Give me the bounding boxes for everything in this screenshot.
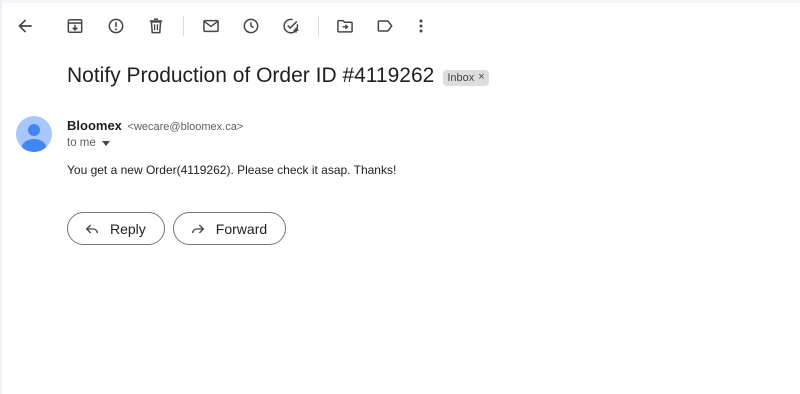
more-button[interactable] xyxy=(403,8,439,44)
forward-label: Forward xyxy=(215,220,268,237)
person-icon xyxy=(22,124,46,152)
add-to-tasks-icon xyxy=(283,18,299,34)
move-to-button[interactable] xyxy=(327,8,363,44)
reply-icon xyxy=(85,224,98,233)
move-to-icon xyxy=(337,19,353,33)
toolbar-separator xyxy=(183,16,184,36)
forward-button[interactable]: Forward xyxy=(172,212,287,245)
email-body: You get a new Order(4119262). Please che… xyxy=(67,163,397,177)
mark-unread-icon xyxy=(203,19,219,33)
chevron-down-icon xyxy=(101,140,110,146)
delete-icon xyxy=(149,18,163,34)
report-spam-icon xyxy=(108,18,124,34)
email-subject: Notify Production of Order ID #4119262 xyxy=(67,64,435,87)
sender-email: <wecare@bloomex.ca> xyxy=(127,121,244,133)
label-text: Inbox xyxy=(447,71,475,84)
sender-name[interactable]: Bloomex xyxy=(67,118,122,133)
recipient-details-toggle[interactable]: to me xyxy=(67,137,110,149)
labels-icon xyxy=(377,20,393,32)
mark-unread-button[interactable] xyxy=(193,8,229,44)
snooze-icon xyxy=(243,18,259,34)
forward-icon xyxy=(191,224,205,233)
archive-icon xyxy=(67,19,83,33)
email-actions: Reply Forward xyxy=(67,212,287,245)
recipient-text: to me xyxy=(67,137,96,149)
report-spam-button[interactable] xyxy=(98,8,134,44)
email-toolbar xyxy=(0,8,800,44)
left-border xyxy=(0,0,2,394)
labels-button[interactable] xyxy=(367,8,403,44)
add-to-tasks-button[interactable] xyxy=(273,8,309,44)
snooze-button[interactable] xyxy=(233,8,269,44)
sender-row: Bloomex <wecare@bloomex.ca> xyxy=(67,118,243,133)
back-arrow-icon xyxy=(18,19,32,33)
top-border xyxy=(0,0,800,3)
subject-row: Notify Production of Order ID #4119262 I… xyxy=(67,64,489,88)
reply-button[interactable]: Reply xyxy=(67,212,165,245)
remove-label-icon[interactable]: × xyxy=(478,72,484,83)
toolbar-separator xyxy=(318,16,319,36)
avatar[interactable] xyxy=(16,116,52,152)
inbox-label-chip[interactable]: Inbox × xyxy=(443,69,489,86)
more-icon xyxy=(419,19,423,33)
back-button[interactable] xyxy=(7,8,43,44)
reply-label: Reply xyxy=(110,220,146,237)
delete-button[interactable] xyxy=(138,8,174,44)
archive-button[interactable] xyxy=(57,8,93,44)
